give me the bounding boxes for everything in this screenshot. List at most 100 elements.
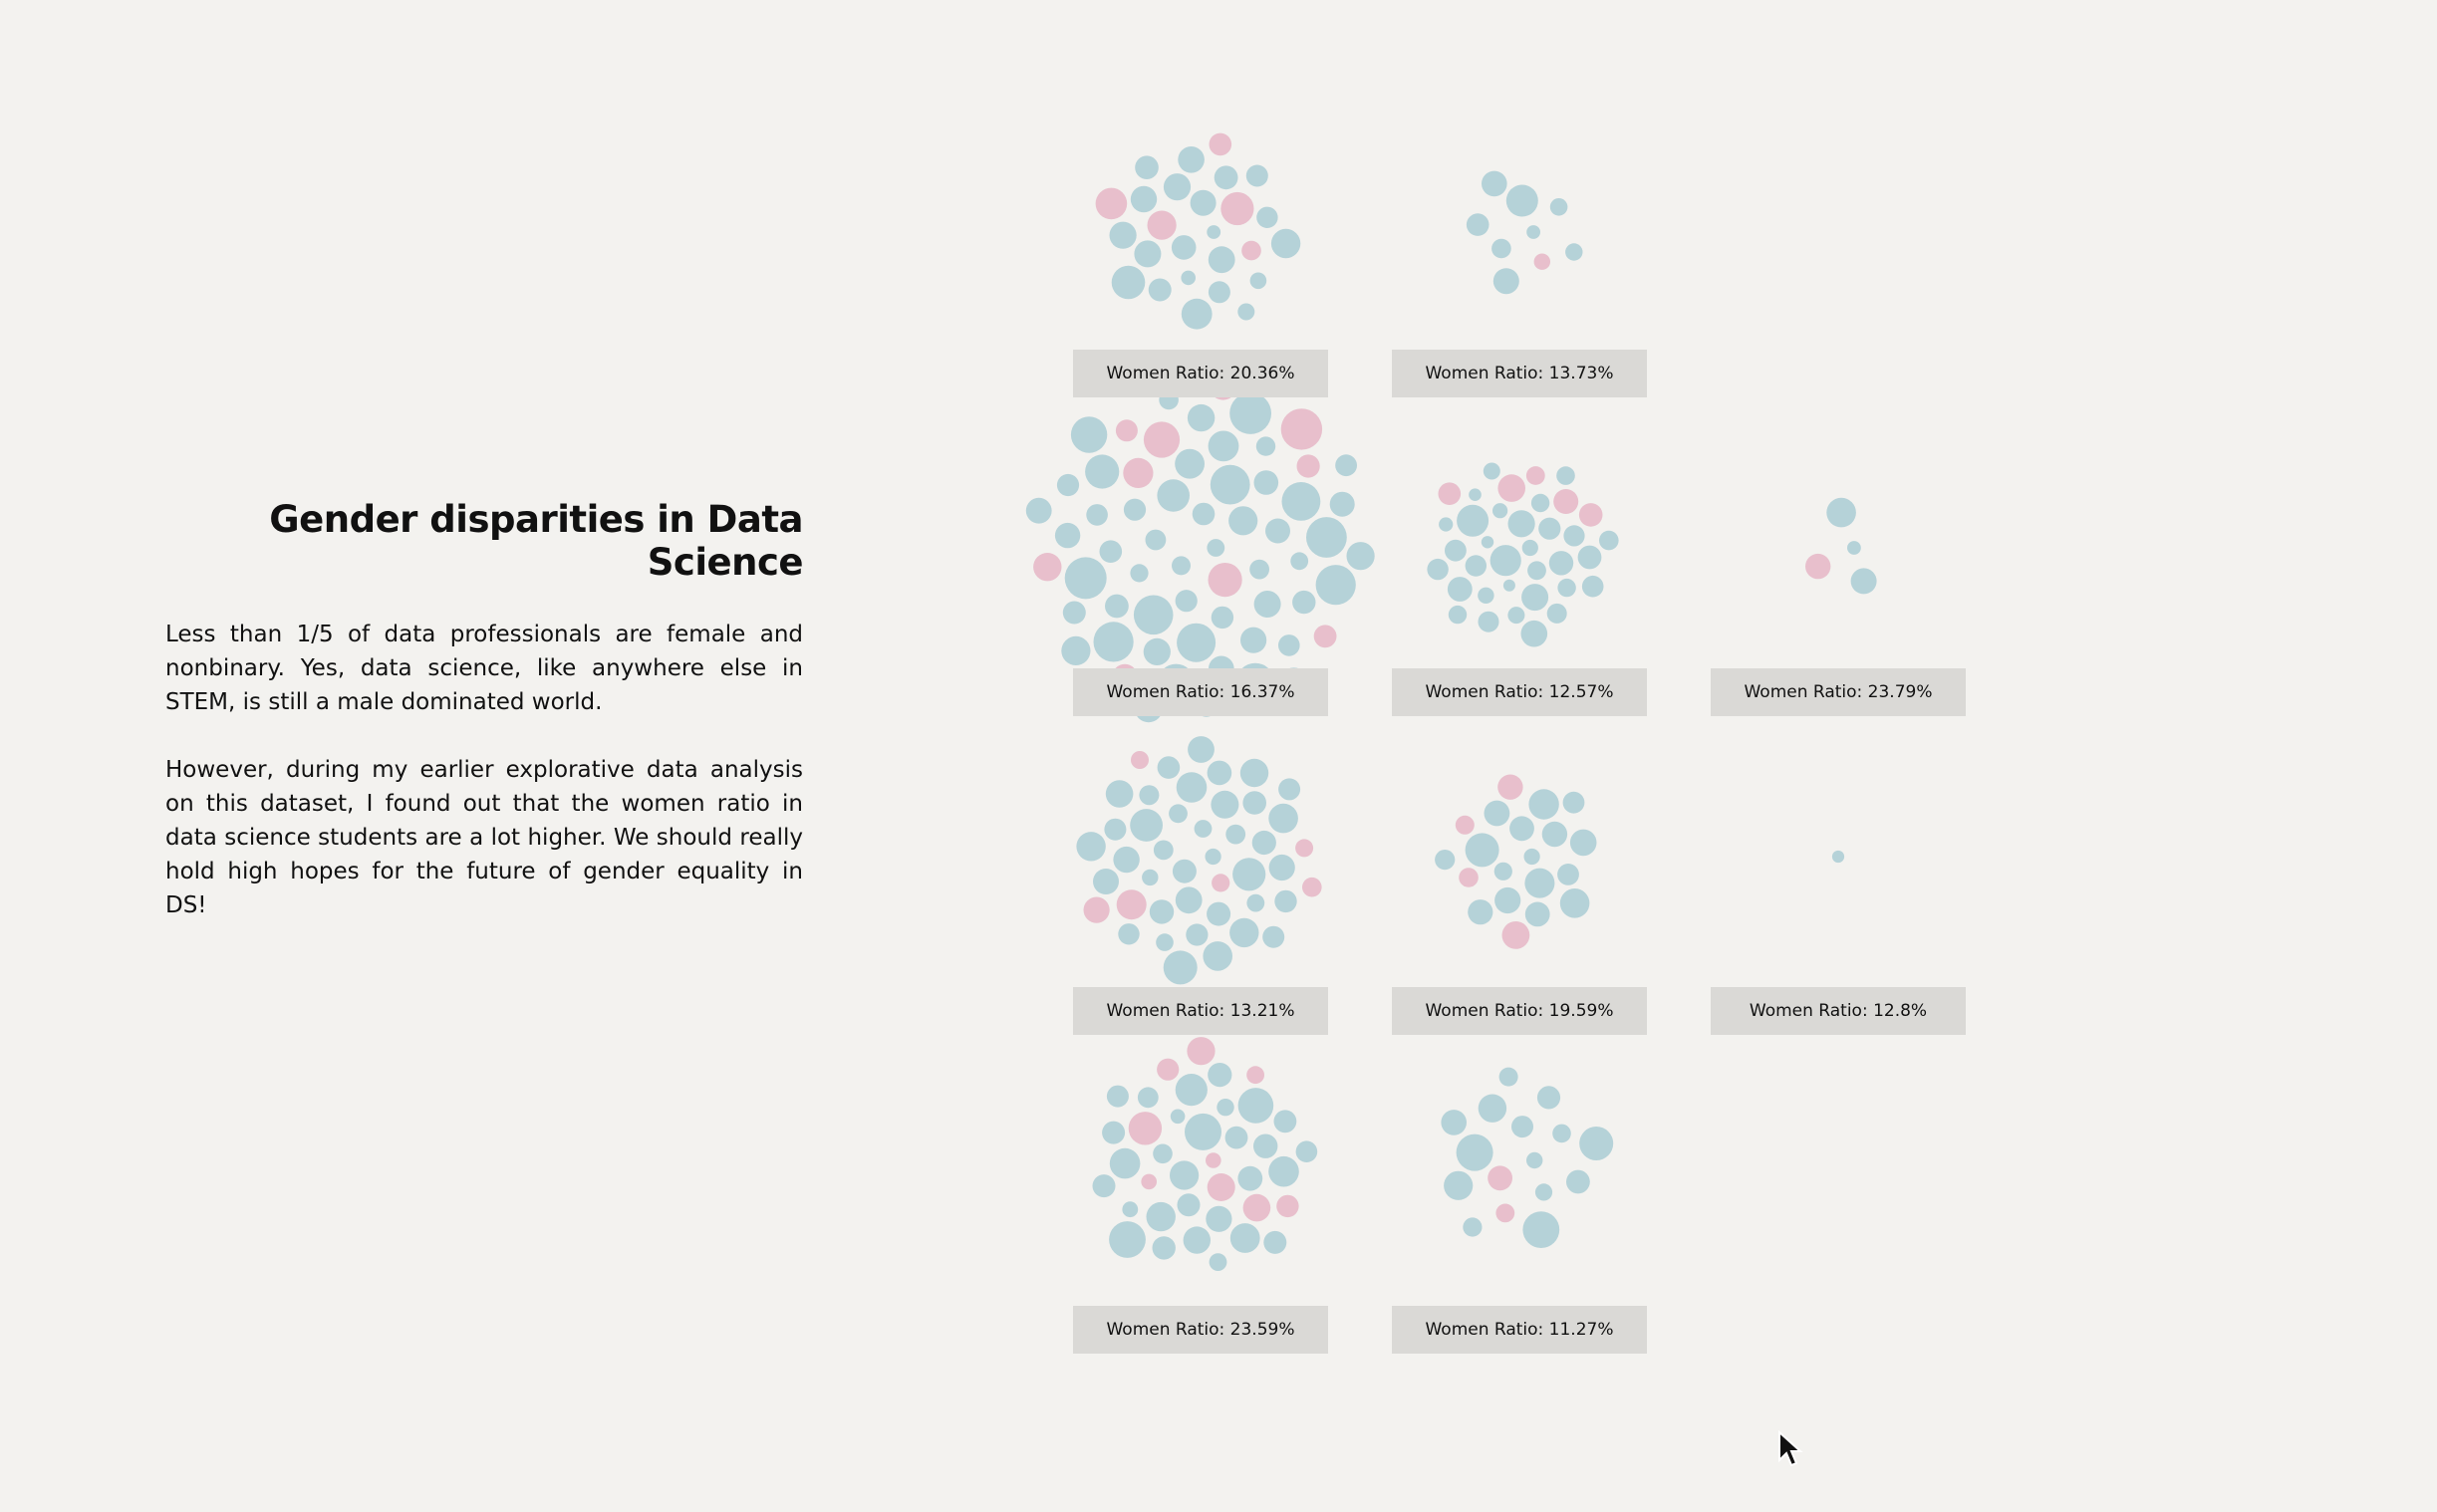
men-bubble — [1211, 790, 1239, 819]
men-bubble — [1346, 542, 1375, 571]
women-bubble — [1296, 454, 1320, 478]
men-bubble — [1249, 272, 1267, 290]
men-bubble — [1153, 1143, 1173, 1164]
men-bubble — [1270, 228, 1301, 259]
men-bubble — [1152, 1236, 1176, 1260]
men-bubble — [1292, 590, 1316, 615]
men-bubble — [1177, 623, 1217, 662]
bubble-cluster — [1441, 1067, 1614, 1248]
men-bubble — [1498, 1067, 1518, 1087]
men-bubble — [1190, 189, 1217, 216]
men-bubble — [1157, 756, 1181, 779]
men-bubble — [1228, 506, 1258, 536]
men-bubble — [1109, 1147, 1141, 1179]
men-bubble — [1208, 430, 1239, 462]
women-ratio-label: Women Ratio: 20.36% — [1073, 350, 1328, 397]
men-bubble — [1256, 206, 1278, 228]
men-bubble — [1847, 541, 1861, 555]
men-bubble — [1175, 886, 1203, 914]
men-bubble — [1521, 584, 1549, 612]
men-bubble — [1278, 634, 1300, 656]
men-bubble — [1274, 889, 1297, 913]
men-bubble — [1494, 886, 1521, 914]
men-bubble — [1130, 809, 1163, 842]
men-bubble — [1268, 803, 1298, 834]
men-bubble — [1239, 758, 1269, 788]
women-bubble — [1141, 1173, 1157, 1190]
men-bubble — [1552, 1124, 1571, 1143]
women-bubble — [1488, 1165, 1512, 1191]
women-bubble — [1242, 1193, 1271, 1222]
men-bubble — [1484, 800, 1510, 827]
men-bubble — [1056, 473, 1080, 497]
men-bubble — [1093, 869, 1119, 894]
men-bubble — [1599, 530, 1619, 551]
women-ratio-label: Women Ratio: 23.79% — [1711, 668, 1966, 716]
men-bubble — [1456, 1134, 1493, 1171]
men-bubble — [1142, 869, 1159, 886]
men-bubble — [1237, 303, 1255, 321]
men-bubble — [1025, 497, 1052, 524]
women-bubble — [1128, 1112, 1163, 1145]
women-bubble — [1131, 751, 1149, 769]
men-bubble — [1329, 491, 1355, 517]
women-bubble — [1033, 553, 1062, 582]
men-bubble — [1205, 848, 1221, 866]
men-bubble — [1492, 268, 1519, 295]
women-bubble — [1276, 1194, 1299, 1218]
men-bubble — [1145, 529, 1167, 551]
men-bubble — [1123, 498, 1147, 521]
men-bubble — [1186, 923, 1209, 946]
men-bubble — [1148, 278, 1172, 302]
men-bubble — [1559, 888, 1590, 918]
women-bubble — [1805, 553, 1831, 580]
men-bubble — [1149, 899, 1175, 924]
men-bubble — [1085, 454, 1120, 489]
men-bubble — [1242, 791, 1266, 815]
men-bubble — [1826, 497, 1856, 528]
women-bubble — [1246, 1066, 1264, 1085]
men-bubble — [1253, 470, 1279, 495]
women-bubble — [1533, 253, 1551, 270]
women-bubble — [1207, 1173, 1235, 1201]
men-bubble — [1224, 1126, 1248, 1149]
bubble-cluster — [1466, 170, 1583, 295]
women-bubble — [1280, 408, 1323, 450]
men-bubble — [1526, 1151, 1543, 1169]
mouse-cursor-icon — [1778, 1430, 1803, 1467]
men-bubble — [1521, 539, 1538, 557]
women-ratio-label: Women Ratio: 12.57% — [1392, 668, 1647, 716]
men-bubble — [1265, 518, 1290, 544]
men-bubble — [1143, 637, 1171, 666]
women-bubble — [1313, 625, 1337, 648]
men-bubble — [1491, 238, 1511, 259]
men-bubble — [1483, 462, 1500, 480]
men-bubble — [1489, 545, 1521, 577]
men-bubble — [1524, 868, 1555, 898]
men-bubble — [1177, 1193, 1201, 1217]
men-bubble — [1105, 780, 1134, 808]
men-bubble — [1137, 1087, 1159, 1109]
men-bubble — [1172, 859, 1197, 883]
women-bubble — [1459, 868, 1479, 887]
men-bubble — [1577, 545, 1602, 570]
men-bubble — [1203, 941, 1232, 971]
men-bubble — [1445, 539, 1467, 562]
men-bubble — [1156, 933, 1174, 951]
men-bubble — [1207, 225, 1221, 239]
men-bubble — [1183, 1226, 1212, 1254]
men-bubble — [1295, 1140, 1318, 1162]
men-bubble — [1175, 590, 1198, 613]
men-bubble — [1482, 170, 1507, 197]
women-bubble — [1495, 1203, 1515, 1223]
men-bubble — [1178, 146, 1205, 173]
men-bubble — [1557, 578, 1576, 598]
men-bubble — [1225, 824, 1246, 845]
women-bubble — [1455, 815, 1475, 835]
women-bubble — [1438, 482, 1462, 506]
men-bubble — [1524, 901, 1550, 927]
men-bubble — [1134, 240, 1162, 268]
men-bubble — [1523, 848, 1540, 866]
women-ratio-label: Women Ratio: 11.27% — [1392, 1306, 1647, 1354]
bubble-cluster — [1092, 1037, 1318, 1271]
